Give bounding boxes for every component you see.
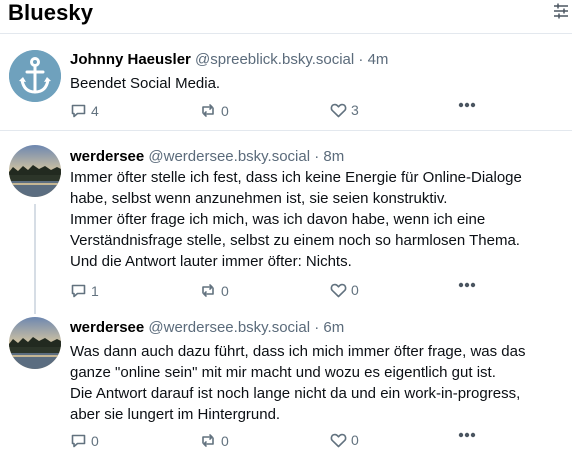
like-count: 0 (351, 432, 359, 448)
like-button[interactable]: 3 (330, 102, 359, 118)
separator-dot: · (358, 51, 364, 68)
anchor-icon (9, 50, 61, 102)
post-item[interactable]: werdersee @werdersee.bsky.social · 6m Wa… (0, 308, 572, 468)
author-handle[interactable]: @spreeblick.bsky.social (195, 51, 354, 68)
avatar[interactable] (9, 50, 61, 102)
like-button[interactable]: 0 (330, 432, 359, 448)
post-timestamp[interactable]: 6m (323, 319, 344, 336)
post-actions: 4 0 3 (70, 102, 490, 120)
app-title: Bluesky (8, 0, 94, 25)
repost-count: 0 (221, 282, 229, 299)
heart-icon (330, 282, 347, 298)
author-name[interactable]: Johnny Haeusler (70, 51, 191, 68)
repost-count: 0 (221, 102, 229, 119)
reply-bubble-icon (70, 432, 87, 449)
post-timestamp[interactable]: 8m (323, 148, 344, 165)
post-text: Immer öfter stelle ich fest, dass ich ke… (70, 169, 522, 270)
reply-button[interactable]: 4 (70, 102, 99, 119)
post-item[interactable]: Johnny Haeusler @spreeblick.bsky.social … (0, 35, 572, 131)
more-dots-icon (458, 102, 476, 108)
post-header: Johnny Haeusler @spreeblick.bsky.social … (70, 51, 388, 68)
author-handle[interactable]: @werdersee.bsky.social (148, 319, 310, 336)
like-count: 3 (351, 102, 359, 118)
thread-line (34, 204, 36, 314)
post-actions: 1 0 0 (70, 282, 490, 300)
reply-button[interactable]: 1 (70, 282, 99, 299)
author-handle[interactable]: @werdersee.bsky.social (148, 148, 310, 165)
filter-sliders-icon[interactable] (552, 2, 570, 20)
post-header: werdersee @werdersee.bsky.social · 8m (70, 148, 344, 165)
more-options-button[interactable] (458, 282, 476, 288)
reply-button[interactable]: 0 (70, 432, 99, 449)
repost-arrows-icon (199, 432, 217, 449)
avatar[interactable] (9, 317, 61, 369)
reply-count: 0 (91, 432, 99, 449)
post-text: Was dann auch dazu führt, dass ich mich … (70, 343, 526, 423)
reply-count: 4 (91, 102, 99, 119)
author-name[interactable]: werdersee (70, 148, 144, 165)
post-header: werdersee @werdersee.bsky.social · 6m (70, 319, 344, 336)
post-text: Beendet Social Media. (70, 75, 221, 92)
post-actions: 0 0 0 (70, 432, 490, 450)
repost-button[interactable]: 0 (199, 432, 229, 449)
heart-icon (330, 432, 347, 448)
more-dots-icon (458, 282, 476, 288)
repost-count: 0 (221, 432, 229, 449)
lake-sunset-icon (9, 317, 61, 369)
reply-bubble-icon (70, 102, 87, 119)
more-dots-icon (458, 432, 476, 438)
post-item[interactable]: werdersee @werdersee.bsky.social · 8m Im… (0, 132, 572, 314)
lake-sunset-icon (9, 145, 61, 197)
separator-dot: · (314, 148, 320, 165)
heart-icon (330, 102, 347, 118)
author-name[interactable]: werdersee (70, 319, 144, 336)
repost-button[interactable]: 0 (199, 282, 229, 299)
repost-button[interactable]: 0 (199, 102, 229, 119)
top-bar: Bluesky (0, 0, 572, 34)
more-options-button[interactable] (458, 432, 476, 438)
separator-dot: · (314, 319, 320, 336)
reply-count: 1 (91, 282, 99, 299)
like-button[interactable]: 0 (330, 282, 359, 298)
reply-bubble-icon (70, 282, 87, 299)
more-options-button[interactable] (458, 102, 476, 108)
post-timestamp[interactable]: 4m (368, 51, 389, 68)
repost-arrows-icon (199, 282, 217, 299)
avatar[interactable] (9, 145, 61, 197)
repost-arrows-icon (199, 102, 217, 119)
like-count: 0 (351, 282, 359, 298)
